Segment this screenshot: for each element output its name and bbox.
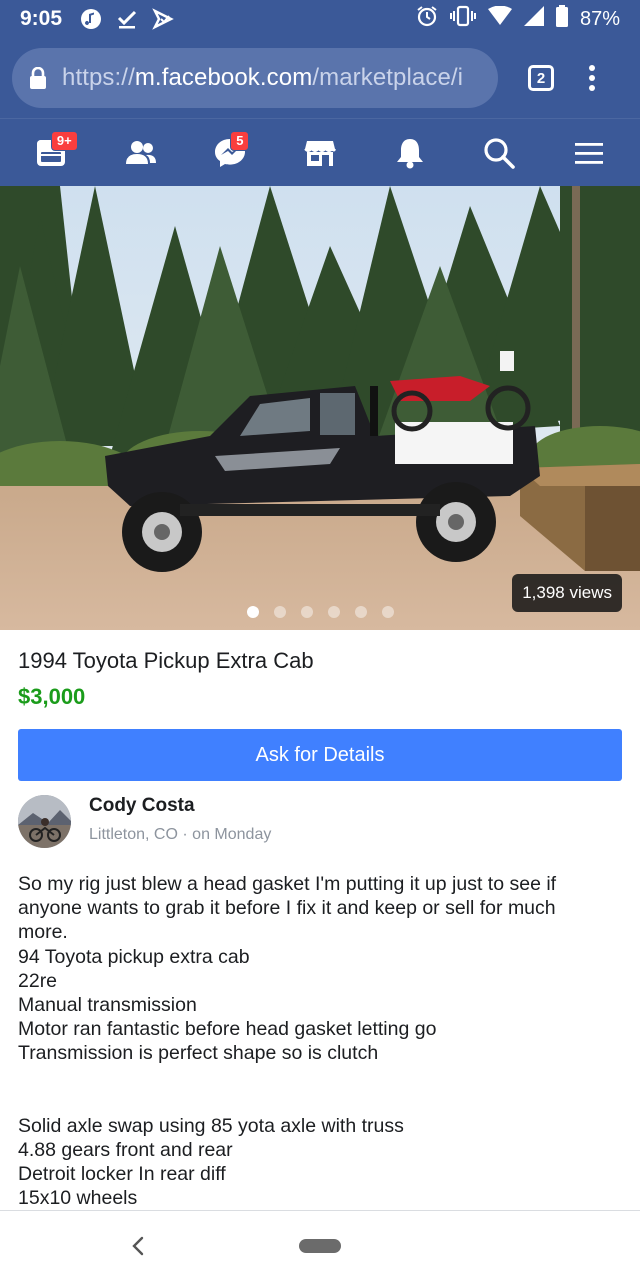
lock-icon	[30, 67, 46, 89]
nav-notifications[interactable]	[380, 123, 440, 183]
avatar[interactable]	[18, 795, 71, 848]
inbox-icon	[152, 8, 174, 30]
description-line: more.	[18, 921, 68, 944]
listing-meta: Littleton, CO · on Monday	[89, 826, 271, 844]
description-line: Transmission is perfect shape so is clut…	[18, 1042, 379, 1065]
meta-separator: ·	[182, 826, 193, 843]
listing-photo-carousel[interactable]: 1,398 views	[0, 186, 640, 630]
carousel-dot[interactable]	[300, 606, 313, 618]
nav-messenger[interactable]: 5	[200, 123, 260, 183]
home-button[interactable]	[299, 1239, 341, 1253]
posted-date: on Monday	[192, 826, 272, 843]
nav-marketplace[interactable]	[290, 123, 350, 183]
description-line: Detroit locker In rear diff	[18, 1163, 226, 1186]
system-navigation-bar	[0, 1210, 640, 1280]
signal-icon	[523, 6, 544, 32]
search-icon	[484, 137, 516, 169]
address-bar[interactable]: https://m.facebook.com/marketplace/i	[12, 48, 498, 108]
description-line: Manual transmission	[18, 994, 197, 1017]
carousel-indicators	[0, 606, 640, 618]
nav-menu[interactable]	[559, 123, 619, 183]
seller-name[interactable]: Cody Costa	[89, 795, 271, 817]
marketplace-icon	[304, 140, 336, 166]
alarm-icon	[416, 5, 438, 33]
music-icon	[80, 8, 102, 30]
browser-toolbar: https://m.facebook.com/marketplace/i 2	[0, 38, 640, 118]
battery-icon	[555, 5, 568, 33]
carousel-dot[interactable]	[246, 606, 259, 618]
description-line: 94 Toyota pickup extra cab	[18, 945, 250, 968]
nav-friends[interactable]	[111, 123, 171, 183]
listing-price: $3,000	[18, 684, 86, 709]
listing-title: 1994 Toyota Pickup Extra Cab	[18, 648, 314, 673]
seller-card[interactable]: Cody Costa Littleton, CO · on Monday	[18, 795, 271, 848]
ask-for-details-button[interactable]: Ask for Details	[18, 729, 622, 781]
carousel-dot[interactable]	[273, 606, 286, 618]
description-line: 22re	[18, 969, 58, 992]
description-line: anyone wants to grab it before I fix it …	[18, 897, 556, 920]
description-line: Solid axle swap using 85 yota axle with …	[18, 1114, 404, 1137]
seller-location: Littleton, CO	[89, 826, 178, 843]
notification-badge: 5	[230, 130, 250, 151]
back-icon[interactable]	[126, 1233, 150, 1259]
wifi-icon	[487, 5, 512, 32]
bell-icon	[396, 138, 423, 168]
battery-percent: 87%	[579, 7, 620, 30]
description-line: 4.88 gears front and rear	[18, 1138, 233, 1161]
clock: 9:05	[20, 7, 63, 30]
carousel-dot[interactable]	[327, 606, 340, 618]
friends-icon	[125, 140, 156, 164]
browser-menu-button[interactable]	[588, 65, 596, 91]
menu-dot	[589, 75, 595, 81]
description-line: So my rig just blew a head gasket I'm pu…	[18, 873, 557, 895]
listing-photo	[0, 186, 640, 630]
hamburger-menu-icon	[575, 142, 604, 164]
vibrate-icon	[449, 5, 476, 33]
status-bar: 9:05 87%	[0, 0, 640, 38]
notification-badge: 9+	[50, 130, 78, 151]
carousel-dot[interactable]	[381, 606, 394, 618]
url-path: /marketplace/i	[312, 64, 464, 91]
description-line: Motor ran fantastic before head gasket l…	[18, 1018, 437, 1041]
description-line: 15x10 wheels	[18, 1187, 138, 1210]
tab-switcher-button[interactable]: 2	[528, 65, 554, 91]
url-host: m.facebook.com	[134, 64, 313, 91]
carousel-dot[interactable]	[354, 606, 367, 618]
listing-description: So my rig just blew a head gasket I'm pu…	[18, 872, 622, 1210]
url-scheme: https://	[62, 64, 135, 91]
url-text: https://m.facebook.com/marketplace/i	[62, 64, 463, 92]
task-done-icon	[116, 8, 138, 30]
nav-search[interactable]	[469, 123, 529, 183]
facebook-nav-bar: 9+ 5	[0, 118, 640, 186]
menu-dot	[589, 65, 595, 71]
menu-dot	[589, 85, 595, 91]
nav-feed[interactable]: 9+	[21, 123, 81, 183]
